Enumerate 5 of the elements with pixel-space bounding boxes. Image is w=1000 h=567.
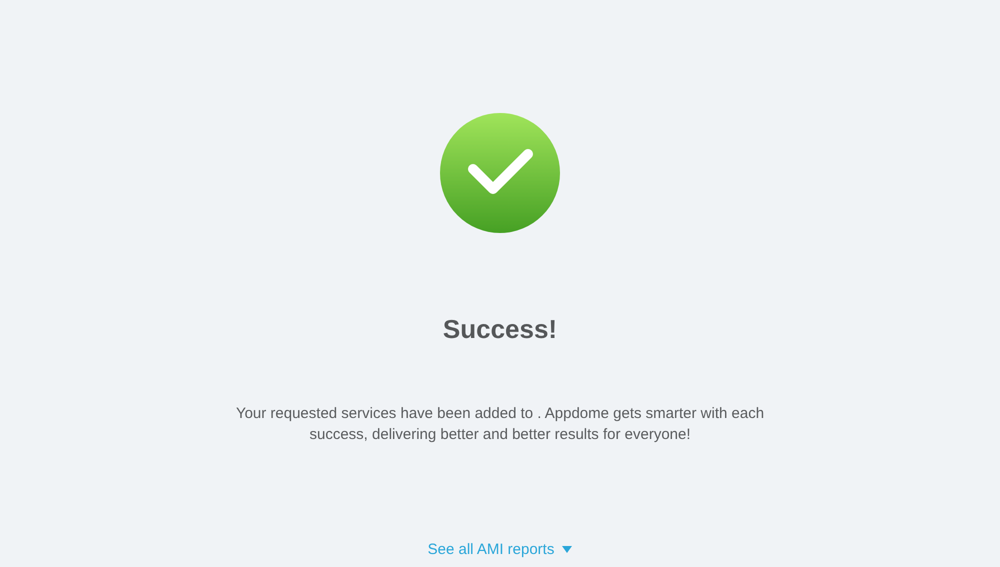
- check-circle-icon: [440, 113, 560, 233]
- status-message: Your requested services have been added to . Appdome gets smarter with each success, delivering better and better results for everyone!: [234, 404, 766, 445]
- status-title: Success!: [442, 313, 558, 345]
- caret-icon: [562, 546, 572, 553]
- reports-link[interactable]: See all AMI reports: [428, 541, 572, 558]
